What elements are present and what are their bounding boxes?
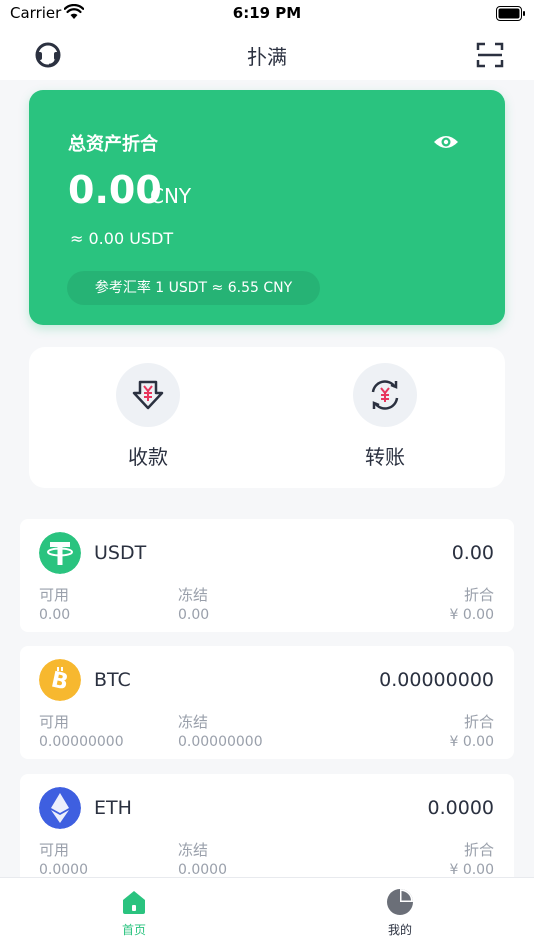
receive-button[interactable]: 收款 [98,363,198,470]
frozen-value: 0.00 [178,607,210,623]
transfer-icon [353,363,417,427]
home-icon [123,891,145,914]
frozen-label: 冻结 [178,841,209,859]
transfer-button[interactable]: 转账 [335,363,435,470]
coin-total: 0.0000 [427,797,494,819]
converted-label: 折合 [463,841,494,859]
eye-icon[interactable] [433,133,459,155]
btc-logo-icon: B [39,659,81,701]
receive-icon [116,363,180,427]
coin-card-usdt[interactable]: USDT 0.00 可用 冻结 折合 0.00 0.00 ¥ 0.00 [20,519,514,632]
coin-total: 0.00000000 [379,669,494,691]
converted-value: ¥ 0.00 [449,607,494,623]
available-value: 0.0000 [39,862,88,878]
asset-summary-card: 总资产折合 0.00 CNY ≈ 0.00 USDT 参考汇率 1 USDT ≈… [29,90,505,325]
available-label: 可用 [39,841,70,859]
coin-symbol: BTC [94,669,131,691]
scan-icon[interactable] [476,41,504,73]
receive-label: 收款 [128,445,168,469]
tab-profile-label: 我的 [387,923,412,937]
transfer-label: 转账 [365,445,405,469]
coin-card-eth[interactable]: ETH 0.0000 可用 冻结 折合 0.0000 0.0000 ¥ 0.00 [20,774,514,887]
coin-symbol: USDT [94,542,147,564]
page-title: 扑满 [247,45,287,69]
tab-home-label: 首页 [121,923,146,937]
converted-label: 折合 [463,713,494,731]
battery-icon [496,6,526,25]
eth-logo-icon [39,787,81,829]
frozen-label: 冻结 [178,586,209,604]
status-bar: Carrier 6:19 PM [0,0,534,30]
available-label: 可用 [39,586,70,604]
pie-chart-icon [387,889,413,915]
coin-card-btc[interactable]: B BTC 0.00000000 可用 冻结 折合 0.00000000 0.0… [20,646,514,759]
asset-amount: 0.00 [68,168,162,212]
frozen-value: 0.00000000 [178,734,263,750]
asset-currency: CNY [150,184,192,208]
frozen-label: 冻结 [178,713,209,731]
available-label: 可用 [39,713,70,731]
tab-profile[interactable]: 我的 [360,888,440,938]
converted-label: 折合 [463,586,494,604]
coin-symbol: ETH [94,797,132,819]
tab-bar: 首页 我的 [0,877,534,950]
converted-value: ¥ 0.00 [449,862,494,878]
usdt-logo-icon [39,532,81,574]
nav-bar: 扑满 [0,30,534,80]
asset-usdt-equivalent: ≈ 0.00 USDT [70,229,174,248]
coin-total: 0.00 [451,542,494,564]
frozen-value: 0.0000 [178,862,227,878]
converted-value: ¥ 0.00 [449,734,494,750]
exchange-rate-badge: 参考汇率 1 USDT ≈ 6.55 CNY [67,271,320,305]
available-value: 0.00000000 [39,734,124,750]
asset-title: 总资产折合 [68,134,158,155]
status-time: 6:19 PM [232,4,302,22]
available-value: 0.00 [39,607,71,623]
action-card: 收款 转账 [29,347,505,488]
tab-home[interactable]: 首页 [94,888,174,938]
